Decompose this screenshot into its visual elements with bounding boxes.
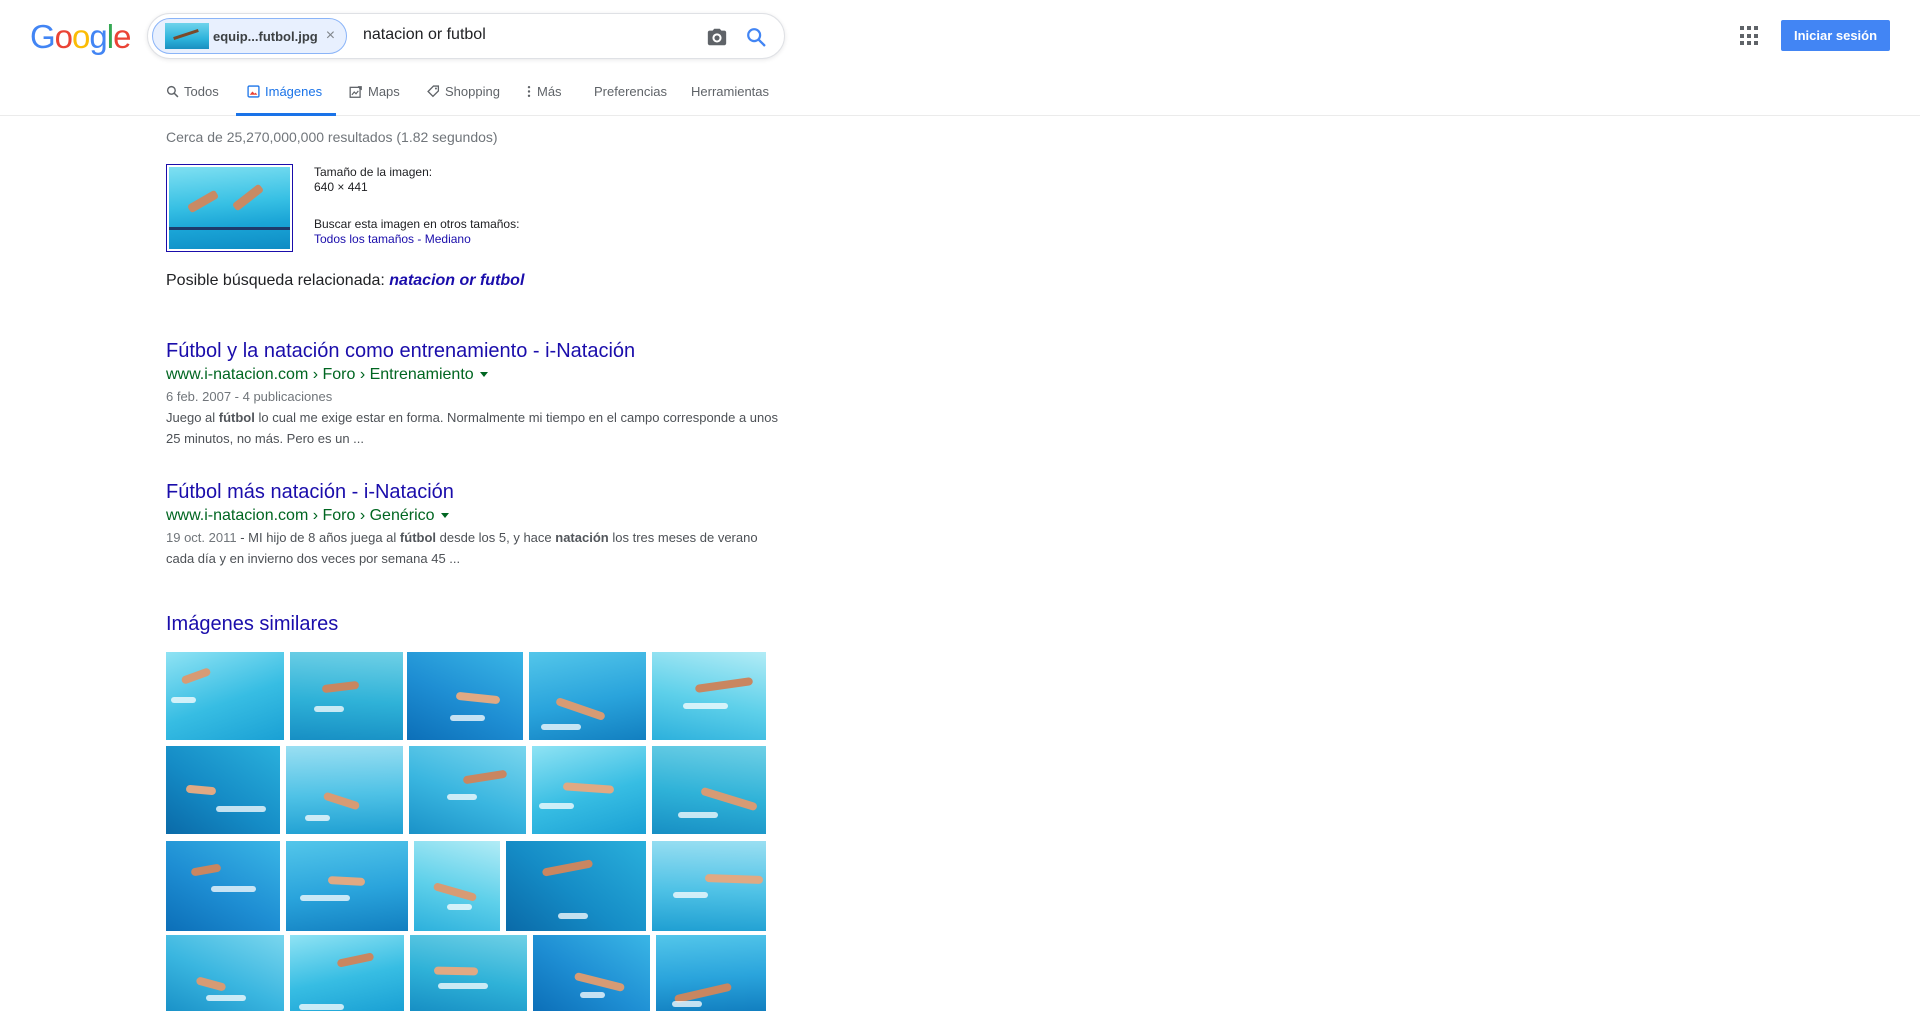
result-url-text: www.i-natacion.com › Foro › Genérico <box>166 507 435 524</box>
snippet-text: - MI hijo de 8 años juega al <box>236 530 400 545</box>
close-icon[interactable]: × <box>326 27 335 45</box>
map-icon <box>349 85 362 98</box>
similar-image-thumbnail[interactable] <box>414 841 500 931</box>
result-date: 19 oct. 2011 <box>166 530 237 545</box>
logo-letter: o <box>72 18 90 55</box>
similar-image-thumbnail[interactable] <box>290 935 404 1011</box>
logo-letter: g <box>89 18 107 55</box>
camera-icon[interactable] <box>706 26 728 48</box>
similar-image-thumbnail[interactable] <box>286 841 408 931</box>
separator: - <box>414 232 425 246</box>
snippet-text: lo cual me exige estar en forma. Normalm… <box>166 410 779 446</box>
result-title-link[interactable]: Fútbol más natación - i-Natación <box>166 479 786 505</box>
google-logo[interactable]: Google <box>30 18 131 56</box>
result-url: www.i-natacion.com › Foro › Genérico <box>166 505 786 527</box>
similar-image-thumbnail[interactable] <box>652 746 766 834</box>
result-stats: Cerca de 25,270,000,000 resultados (1.82… <box>166 129 498 145</box>
snippet-bold: fútbol <box>399 530 437 545</box>
similar-image-thumbnail[interactable] <box>407 652 523 740</box>
tab-herramientas[interactable]: Herramientas <box>691 84 769 99</box>
query-image-thumbnail[interactable] <box>166 164 293 252</box>
tab-label: Maps <box>368 84 400 99</box>
logo-letter: o <box>54 18 73 55</box>
similar-image-thumbnail[interactable] <box>532 746 646 834</box>
similar-image-thumbnail[interactable] <box>290 652 403 740</box>
search-icon <box>166 85 179 98</box>
result-url: www.i-natacion.com › Foro › Entrenamient… <box>166 364 786 386</box>
other-sizes-label: Buscar esta imagen en otros tamaños: <box>314 217 520 231</box>
tab-preferencias[interactable]: Preferencias <box>594 84 667 99</box>
similar-images-grid <box>166 652 766 1012</box>
similar-image-thumbnail[interactable] <box>166 935 284 1011</box>
medium-size-link[interactable]: Mediano <box>425 232 471 246</box>
tab-label: Imágenes <box>265 84 323 99</box>
image-icon <box>247 85 260 98</box>
tab-label: Todos <box>184 84 219 99</box>
similar-image-thumbnail[interactable] <box>652 652 766 740</box>
image-query-chip-thumbnail <box>165 23 209 49</box>
tab-imagenes[interactable]: Imágenes <box>247 84 322 99</box>
tab-label: Shopping <box>445 84 500 99</box>
tag-icon <box>427 85 440 98</box>
similar-image-thumbnail[interactable] <box>652 841 766 931</box>
similar-image-thumbnail[interactable] <box>529 652 646 740</box>
similar-image-thumbnail[interactable] <box>656 935 766 1011</box>
similar-image-thumbnail[interactable] <box>409 746 526 834</box>
tab-label: Más <box>537 84 562 99</box>
sign-in-button[interactable]: Iniciar sesión <box>1781 20 1890 51</box>
all-sizes-link[interactable]: Todos los tamaños <box>314 232 414 246</box>
apps-grid-icon[interactable] <box>1740 26 1760 46</box>
search-result: Fútbol más natación - i-Natación www.i-n… <box>166 479 786 569</box>
tab-shopping[interactable]: Shopping <box>427 84 500 99</box>
related-search: Posible búsqueda relacionada: natacion o… <box>166 272 524 290</box>
search-box: equip...futbol.jpg × <box>147 13 823 59</box>
dropdown-arrow-icon[interactable] <box>479 372 488 378</box>
header: Google equip...futbol.jpg × Iniciar sesi… <box>0 0 1920 70</box>
logo-letter: G <box>30 18 56 55</box>
similar-image-thumbnail[interactable] <box>410 935 527 1011</box>
snippet-text: Juego al <box>166 410 219 425</box>
result-snippet: 6 feb. 2007 - 4 publicaciones Juego al f… <box>166 386 786 449</box>
search-tabs: Todos Imágenes Maps Shopping Más Prefere… <box>0 70 1920 116</box>
image-size-value: 640 × 441 <box>314 180 368 194</box>
similar-images-heading[interactable]: Imágenes similares <box>166 613 338 636</box>
image-info: Tamaño de la imagen: 640 × 441 Buscar es… <box>314 165 519 247</box>
tab-label: Herramientas <box>691 84 770 99</box>
similar-image-thumbnail[interactable] <box>166 841 280 931</box>
image-size-label: Tamaño de la imagen: <box>314 165 433 179</box>
image-query-chip-name: equip...futbol.jpg <box>213 28 318 44</box>
more-vert-icon <box>527 85 531 98</box>
tab-label: Preferencias <box>594 84 667 99</box>
similar-image-thumbnail[interactable] <box>286 746 403 834</box>
related-search-label: Posible búsqueda relacionada: <box>166 272 390 289</box>
search-icon[interactable] <box>745 26 767 48</box>
similar-image-thumbnail[interactable] <box>166 652 284 740</box>
tab-maps[interactable]: Maps <box>349 84 400 99</box>
similar-image-thumbnail[interactable] <box>506 841 646 931</box>
result-snippet: 19 oct. 2011 - MI hijo de 8 años juega a… <box>166 527 786 569</box>
tab-mas[interactable]: Más <box>526 84 562 99</box>
search-result: Fútbol y la natación como entrenamiento … <box>166 338 786 449</box>
result-url-text: www.i-natacion.com › Foro › Entrenamient… <box>166 366 474 383</box>
result-date: 6 feb. 2007 - 4 publicaciones <box>166 389 333 404</box>
snippet-bold: fútbol <box>218 410 255 425</box>
similar-image-thumbnail[interactable] <box>166 746 280 834</box>
image-query-chip[interactable]: equip...futbol.jpg × <box>152 18 347 54</box>
similar-image-thumbnail[interactable] <box>533 935 650 1011</box>
dropdown-arrow-icon[interactable] <box>440 513 449 519</box>
result-title-link[interactable]: Fútbol y la natación como entrenamiento … <box>166 338 786 364</box>
related-search-link[interactable]: natacion or futbol <box>389 272 524 289</box>
snippet-bold: natación <box>555 530 609 545</box>
tab-todos[interactable]: Todos <box>166 84 219 99</box>
snippet-text: desde los 5, y hace <box>436 530 556 545</box>
logo-letter: e <box>113 18 131 55</box>
active-tab-indicator <box>236 113 336 116</box>
